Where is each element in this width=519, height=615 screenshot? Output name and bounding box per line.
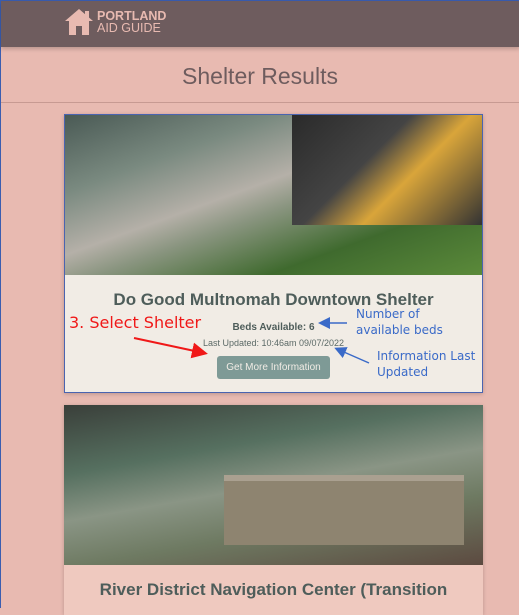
updated-arrow (334, 347, 370, 364)
annotation-arrows (133, 317, 370, 364)
red-arrow (133, 337, 208, 359)
